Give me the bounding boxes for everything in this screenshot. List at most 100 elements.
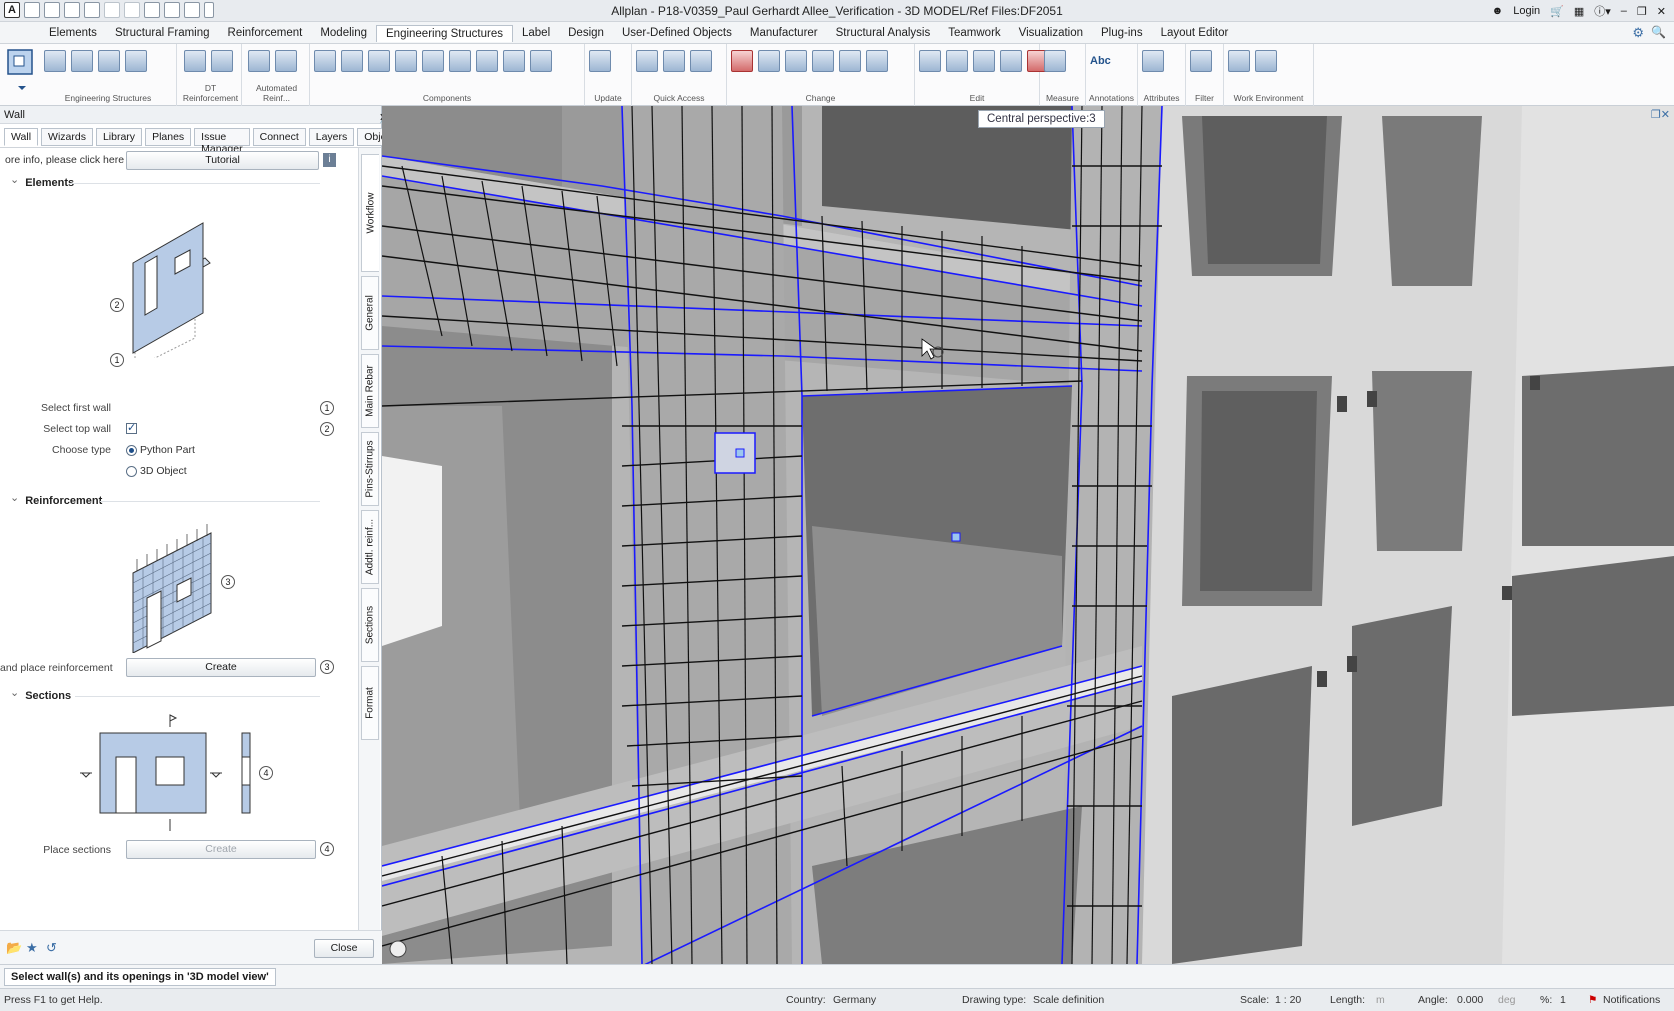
building-model-render[interactable] <box>382 106 1674 964</box>
ribbon-tool-icon[interactable] <box>98 50 120 72</box>
ribbon-tool-icon[interactable] <box>785 50 807 72</box>
text-annotation-icon[interactable]: Abc <box>1090 50 1112 72</box>
selected-opening-box[interactable] <box>714 432 756 474</box>
restore-button[interactable]: ❐ <box>1637 5 1647 18</box>
ribbon-tool-icon[interactable] <box>368 50 390 72</box>
side-tab-pins-stirrups[interactable]: Pins-Stirrups <box>361 432 379 506</box>
tab-manufacturer[interactable]: Manufacturer <box>741 25 827 42</box>
tab-design[interactable]: Design <box>559 25 613 42</box>
ribbon-tool-icon[interactable] <box>1000 50 1022 72</box>
ribbon-tool-icon[interactable] <box>503 50 525 72</box>
search-icon[interactable]: 🔍 <box>1651 25 1666 39</box>
ribbon-tool-icon[interactable] <box>476 50 498 72</box>
tab-modeling[interactable]: Modeling <box>311 25 376 42</box>
engineering-structures-icon[interactable] <box>4 46 38 98</box>
view-type-label[interactable]: Central perspective:3 <box>978 110 1105 128</box>
reinforcement-section-header[interactable]: Reinforcement <box>10 494 102 507</box>
login-link[interactable]: Login <box>1513 5 1540 17</box>
ribbon-tool-icon[interactable] <box>758 50 780 72</box>
grid-icon[interactable]: ▦ <box>1574 5 1584 18</box>
palette-tab-wall[interactable]: Wall <box>4 128 39 146</box>
minimize-button[interactable]: – <box>1621 5 1627 17</box>
3d-model-viewport[interactable]: Central perspective:3 ❐✕ <box>382 106 1674 964</box>
tab-teamwork[interactable]: Teamwork <box>939 25 1009 42</box>
ribbon-tool-icon[interactable] <box>248 50 270 72</box>
tab-plug-ins[interactable]: Plug-ins <box>1092 25 1152 42</box>
cart-icon[interactable]: 🛒 <box>1550 5 1564 18</box>
ribbon-tool-icon[interactable] <box>422 50 444 72</box>
reset-icon[interactable]: ↺ <box>46 940 57 956</box>
help-icon[interactable]: ⓘ▾ <box>1594 3 1611 19</box>
palette-tab-connect[interactable]: Connect <box>252 128 306 146</box>
palette-tab-layers[interactable]: Layers <box>308 128 355 146</box>
side-tab-sections[interactable]: Sections <box>361 588 379 662</box>
ribbon-tool-icon[interactable] <box>395 50 417 72</box>
info-icon[interactable]: i <box>323 153 336 167</box>
notification-icon[interactable]: ⚑ <box>1588 994 1597 1006</box>
ribbon-tool-icon[interactable] <box>341 50 363 72</box>
ribbon-tool-icon[interactable] <box>125 50 147 72</box>
side-tab-general[interactable]: General <box>361 276 379 350</box>
ribbon-tool-icon[interactable] <box>1190 50 1212 72</box>
ribbon-tool-icon[interactable] <box>812 50 834 72</box>
ribbon-tool-icon[interactable] <box>636 50 658 72</box>
ribbon-tool-icon[interactable] <box>589 50 611 72</box>
palette-tab-library[interactable]: Library <box>95 128 143 146</box>
tab-layout-editor[interactable]: Layout Editor <box>1152 25 1238 42</box>
select-top-wall-checkbox[interactable] <box>126 421 137 434</box>
side-tab-addtl-reinf[interactable]: Addtl. reinf... <box>361 510 379 584</box>
notifications-button[interactable]: Notifications <box>1603 994 1660 1006</box>
palette-tab-issue-manager[interactable]: Issue Manager <box>194 128 250 155</box>
ribbon-tool-icon[interactable] <box>1228 50 1250 72</box>
ribbon-tool-icon[interactable] <box>690 50 712 72</box>
3d-object-label[interactable]: 3D Object <box>140 465 187 477</box>
ribbon-tool-icon[interactable] <box>663 50 685 72</box>
drawing-type-value[interactable]: Scale definition <box>1033 994 1104 1006</box>
ribbon-tool-icon[interactable] <box>1142 50 1164 72</box>
ribbon-tool-icon[interactable] <box>1044 50 1066 72</box>
favorites-save-icon[interactable]: ★ <box>26 940 38 956</box>
3d-object-radio[interactable] <box>126 466 137 477</box>
create-sections-button[interactable]: Create <box>126 840 316 859</box>
tab-structural-framing[interactable]: Structural Framing <box>106 25 219 42</box>
scale-value[interactable]: 1 : 20 <box>1275 994 1301 1006</box>
percent-value[interactable]: 1 <box>1560 994 1566 1006</box>
ribbon-tool-icon[interactable] <box>1255 50 1277 72</box>
ribbon-tool-icon[interactable] <box>275 50 297 72</box>
length-unit[interactable]: m <box>1376 994 1385 1006</box>
ribbon-tool-icon[interactable] <box>946 50 968 72</box>
ribbon-tool-icon[interactable] <box>211 50 233 72</box>
tab-visualization[interactable]: Visualization <box>1010 25 1092 42</box>
handle-point[interactable] <box>735 448 745 458</box>
close-window-button[interactable]: ✕ <box>1657 5 1666 18</box>
ribbon-tool-icon[interactable] <box>973 50 995 72</box>
angle-unit[interactable]: deg <box>1498 994 1516 1006</box>
country-value[interactable]: Germany <box>833 994 876 1006</box>
tutorial-button[interactable]: Tutorial <box>126 151 319 170</box>
ribbon-tool-icon[interactable] <box>449 50 471 72</box>
side-tab-main-rebar[interactable]: Main Rebar <box>361 354 379 428</box>
palette-tab-wizards[interactable]: Wizards <box>41 128 93 146</box>
ribbon-tool-icon[interactable] <box>731 50 753 72</box>
favorites-open-icon[interactable]: 📂 <box>6 940 22 956</box>
settings-gear-icon[interactable]: ⚙ <box>1632 25 1644 41</box>
ribbon-tool-icon[interactable] <box>71 50 93 72</box>
tab-reinforcement[interactable]: Reinforcement <box>219 25 312 42</box>
navigation-cube-icon[interactable] <box>389 940 407 958</box>
side-tab-format[interactable]: Format <box>361 666 379 740</box>
handle-point[interactable] <box>951 532 961 542</box>
sections-section-header[interactable]: Sections <box>10 689 71 702</box>
ribbon-tool-icon[interactable] <box>44 50 66 72</box>
ribbon-tool-icon[interactable] <box>839 50 861 72</box>
tab-engineering-structures[interactable]: Engineering Structures <box>376 25 513 42</box>
user-icon[interactable]: ☻ <box>1492 5 1504 17</box>
python-part-radio[interactable] <box>126 445 137 456</box>
palette-tab-planes[interactable]: Planes <box>145 128 192 146</box>
viewport-window-controls[interactable]: ❐✕ <box>1651 108 1670 121</box>
ribbon-tool-icon[interactable] <box>919 50 941 72</box>
python-part-label[interactable]: Python Part <box>140 444 195 456</box>
tab-user-defined-objects[interactable]: User-Defined Objects <box>613 25 741 42</box>
tab-structural-analysis[interactable]: Structural Analysis <box>827 25 940 42</box>
tab-label[interactable]: Label <box>513 25 559 42</box>
tab-elements[interactable]: Elements <box>40 25 106 42</box>
